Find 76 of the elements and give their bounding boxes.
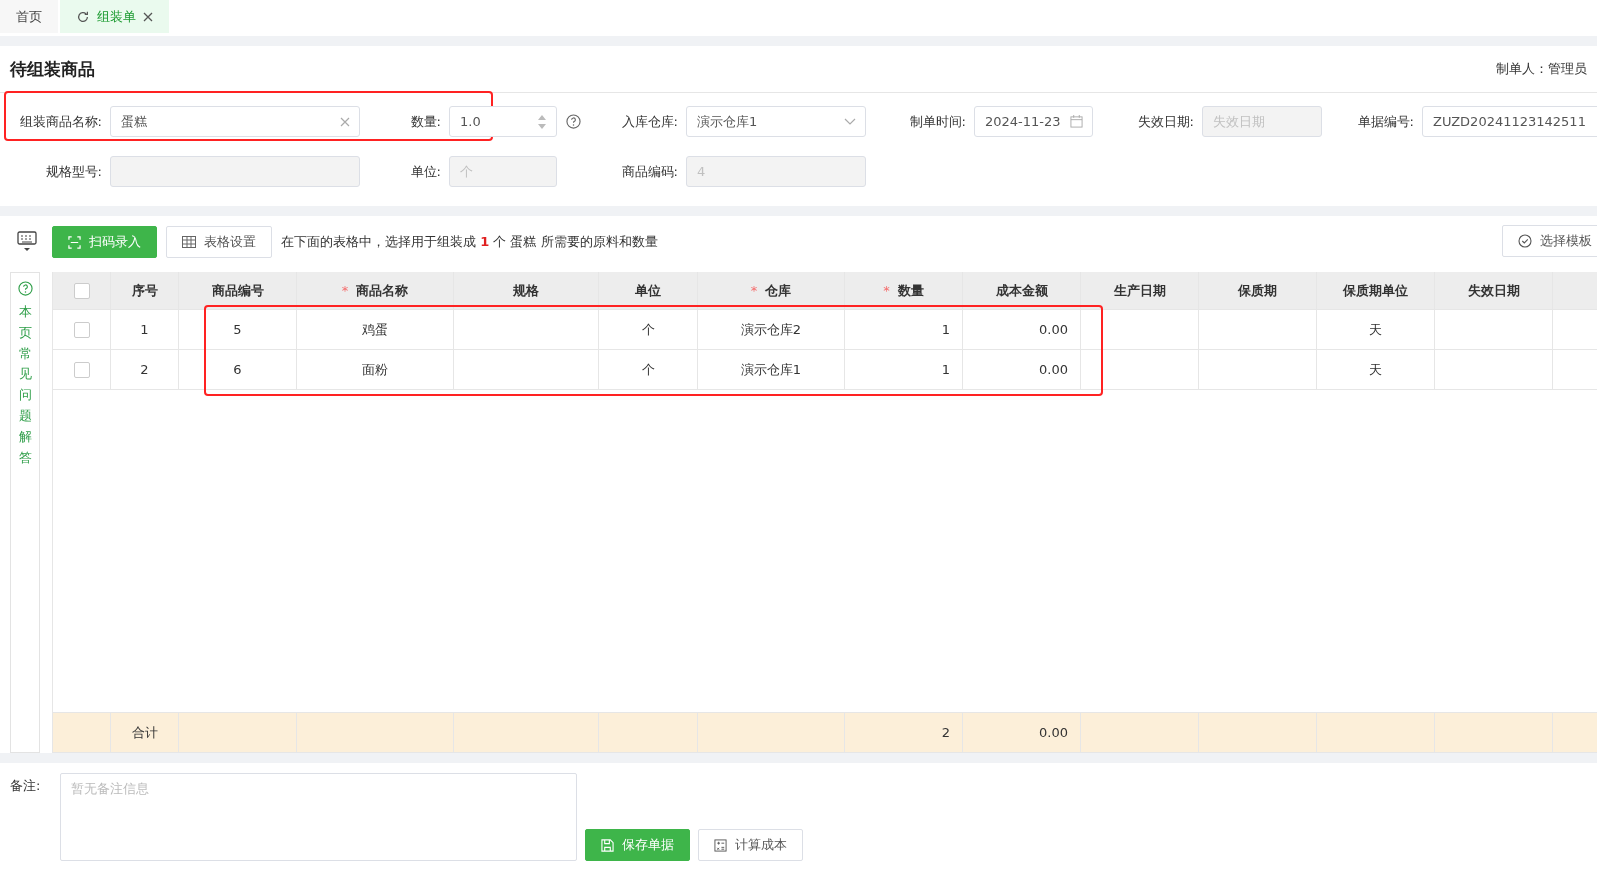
field-label: 规格型号:	[44, 162, 103, 181]
column-header: 保质期单位	[1343, 281, 1408, 300]
column-header: 商品编号	[211, 281, 264, 300]
column-header: 单位	[635, 281, 661, 300]
select-field[interactable]: 演示仓库1	[686, 106, 866, 137]
table-cell: 天	[1369, 320, 1382, 339]
column-header: 保质期	[1238, 281, 1277, 300]
required-mark: *	[750, 283, 758, 298]
column-header: 商品名称	[356, 281, 409, 300]
calendar-icon	[1070, 115, 1083, 128]
tab[interactable]: 组装单	[60, 0, 169, 33]
column-header: 序号	[131, 281, 158, 300]
grid-icon	[182, 236, 196, 248]
field-label: 商品编码:	[620, 162, 679, 181]
keyboard-icon[interactable]	[17, 231, 37, 253]
help-icon[interactable]	[566, 114, 581, 129]
table-cell: 1	[941, 322, 950, 337]
refresh-icon	[76, 9, 90, 24]
total-cell: 0.00	[1039, 725, 1068, 740]
table-cell: 个	[641, 320, 655, 339]
hint-text: 在下面的表格中，选择用于组装成 1 个 蛋糕 所需要的原料和数量	[281, 233, 658, 251]
chevron-down-icon	[844, 117, 856, 126]
column-header: 成本金额	[995, 281, 1048, 300]
total-cell: 合计	[131, 723, 158, 742]
date-field[interactable]: 2024-11-23	[974, 106, 1093, 137]
table-cell: 演示仓库1	[740, 360, 802, 379]
table-cell: 天	[1369, 360, 1382, 379]
input-field[interactable]: ZUZD20241123142511	[1422, 106, 1597, 137]
required-mark: *	[883, 283, 890, 298]
column-header: 生产日期	[1113, 281, 1166, 300]
table-settings-button[interactable]: 表格设置	[166, 226, 272, 258]
total-cell: 2	[941, 725, 950, 740]
scan-icon	[68, 235, 81, 249]
clear-icon[interactable]	[340, 116, 350, 127]
field-label: 制单时间:	[908, 112, 967, 131]
row-checkbox[interactable]	[73, 361, 90, 378]
number-field[interactable]: 1.0	[449, 106, 557, 137]
close-icon[interactable]	[143, 11, 153, 22]
remark-label: 备注:	[10, 777, 42, 795]
table-cell: 1	[140, 322, 149, 337]
column-header: 失效日期	[1467, 281, 1520, 300]
tab[interactable]: 首页	[0, 0, 58, 33]
calculator-icon	[714, 838, 727, 852]
product-name-field[interactable]: 蛋糕	[110, 106, 360, 137]
select-template-button[interactable]: 选择模板	[1502, 225, 1597, 257]
creator-label: 制单人：管理员	[1496, 60, 1587, 78]
field-label: 入库仓库:	[620, 112, 679, 131]
column-header: 数量	[897, 281, 924, 300]
table-cell: 5	[233, 322, 242, 337]
table-cell: 个	[641, 360, 655, 379]
faq-link[interactable]: 本页常见问题解答	[18, 302, 32, 469]
column-header: 规格	[513, 281, 539, 300]
column-header: 仓库	[765, 281, 792, 300]
table-cell: 1	[941, 362, 950, 377]
field-label: 组装商品名称:	[18, 112, 103, 131]
save-icon	[601, 838, 614, 852]
select-all-checkbox[interactable]	[73, 282, 90, 299]
section-title: 待组装商品	[10, 57, 95, 81]
help-icon	[17, 281, 33, 296]
calculate-cost-button[interactable]: 计算成本	[698, 829, 803, 861]
table-cell: 0.00	[1039, 362, 1068, 377]
table-cell: 0.00	[1039, 322, 1068, 337]
table-cell: 6	[233, 362, 242, 377]
table-cell: 面粉	[362, 360, 388, 379]
field-label: 数量:	[409, 112, 442, 131]
faq-panel[interactable]: 本页常见问题解答	[10, 272, 40, 753]
table-cell: 2	[140, 362, 149, 377]
table-cell: 鸡蛋	[362, 320, 388, 339]
field-label: 单据编号:	[1356, 112, 1415, 131]
row-checkbox[interactable]	[73, 321, 90, 338]
field-label: 单位:	[409, 162, 442, 181]
required-mark: *	[341, 283, 349, 298]
field-label: 失效日期:	[1136, 112, 1195, 131]
remark-field[interactable]: 暂无备注信息	[60, 773, 577, 861]
table-cell: 演示仓库2	[740, 320, 802, 339]
check-circle-icon	[1518, 234, 1532, 248]
